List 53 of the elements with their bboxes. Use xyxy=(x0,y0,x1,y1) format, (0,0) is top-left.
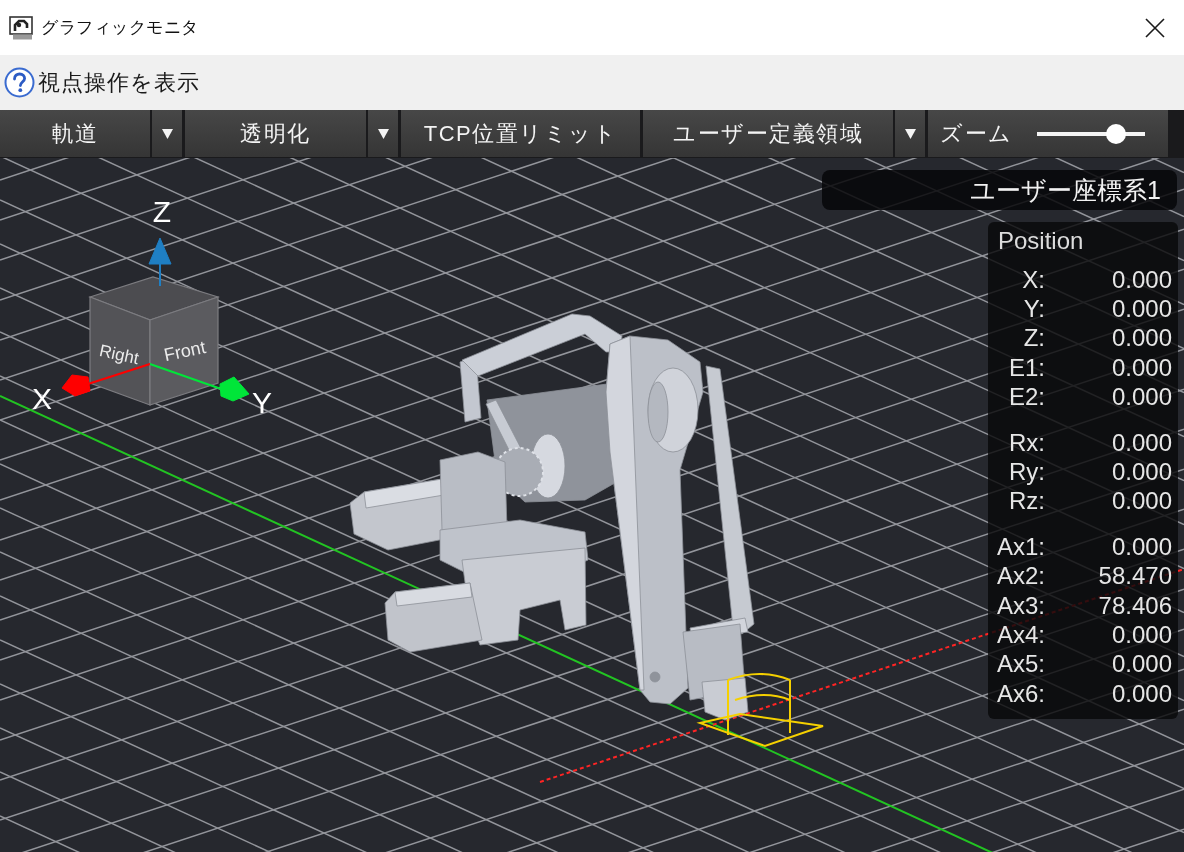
position-label: Y: xyxy=(1022,295,1045,324)
position-value: 0.000 xyxy=(1111,265,1172,294)
position-value: 0.000 xyxy=(1111,324,1172,353)
caret-icon xyxy=(904,128,916,139)
close-icon xyxy=(1145,17,1165,38)
coordinate-system-label: ユーザー座標系1 xyxy=(822,170,1177,210)
position-value: 0.000 xyxy=(1111,487,1172,516)
help-toggle[interactable]: 視点操作を表示 xyxy=(4,67,200,98)
position-value: 0.000 xyxy=(1111,621,1172,649)
position-value: 0.000 xyxy=(1111,353,1172,382)
position-value: 0.000 xyxy=(1111,532,1172,561)
position-value: 0.000 xyxy=(1111,679,1172,708)
position-label: Ax5: xyxy=(995,650,1045,679)
position-label: Ax3: xyxy=(995,591,1045,620)
position-label: Ax2: xyxy=(995,562,1045,591)
dropdown-arrow-button[interactable] xyxy=(895,110,925,157)
position-label: Ax1: xyxy=(995,532,1045,561)
view-cube[interactable] xyxy=(88,276,220,406)
dropdown-arrow-button[interactable] xyxy=(152,110,182,157)
position-label: E1: xyxy=(1007,353,1045,382)
position-value: 0.000 xyxy=(1111,295,1172,324)
position-value: 0.000 xyxy=(1111,428,1172,457)
toolbar-button[interactable]: 軌道 xyxy=(0,110,150,157)
position-label: Rx: xyxy=(1008,428,1045,457)
position-value: 78.406 xyxy=(1098,591,1172,620)
position-label: Z: xyxy=(1022,324,1045,353)
slider-thumb[interactable] xyxy=(1106,123,1127,144)
position-title: Position xyxy=(997,226,1085,256)
position-label: Ax4: xyxy=(995,621,1045,649)
cube-face-label: Front xyxy=(162,337,208,366)
axis-label: Y xyxy=(252,386,272,419)
app-icon xyxy=(9,15,33,40)
caret-icon xyxy=(161,128,173,139)
position-label: Ry: xyxy=(1008,458,1045,487)
axis-label: Z xyxy=(152,195,172,228)
caret-icon xyxy=(377,128,389,139)
window-title: グラフィックモニタ xyxy=(41,17,200,39)
position-label: E2: xyxy=(1007,383,1045,412)
toolbar-button[interactable]: TCP位置リミット xyxy=(401,110,640,157)
position-value: 0.000 xyxy=(1111,650,1172,679)
position-value: 58.470 xyxy=(1098,562,1172,591)
toolbar-button[interactable]: ユーザー定義領域 xyxy=(643,110,893,157)
cube-face-label: Right xyxy=(97,341,141,369)
position-value: 0.000 xyxy=(1111,458,1172,487)
position-label: Rz: xyxy=(1008,487,1045,516)
position-label: X: xyxy=(1021,265,1045,294)
position-value: 0.000 xyxy=(1111,383,1172,412)
position-label: Ax6: xyxy=(995,679,1045,708)
zoom-label: ズーム xyxy=(940,119,1013,148)
axis-label: X xyxy=(32,382,52,415)
dropdown-arrow-button[interactable] xyxy=(368,110,398,157)
toolbar-button[interactable]: 透明化 xyxy=(185,110,366,157)
help-icon xyxy=(4,67,35,98)
